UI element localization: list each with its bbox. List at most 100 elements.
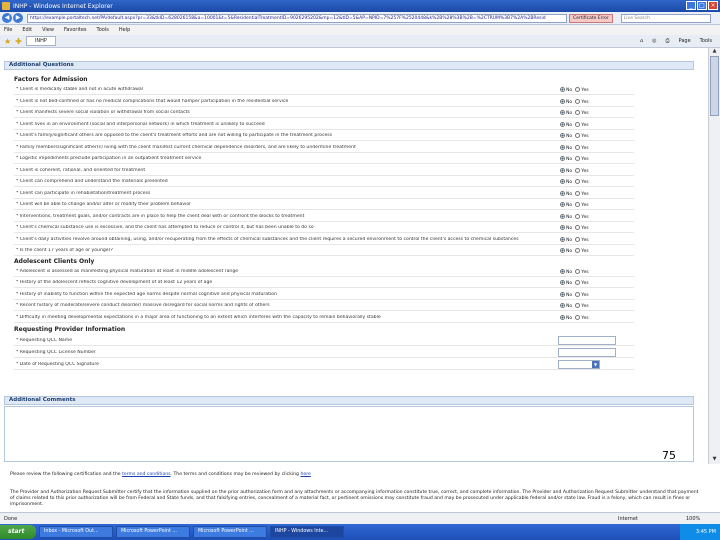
radio-yes[interactable]: Yes — [575, 121, 589, 128]
radio-no[interactable]: No — [560, 98, 572, 105]
scroll-thumb[interactable] — [710, 56, 719, 116]
radio-yes-icon[interactable] — [575, 121, 581, 127]
radio-no[interactable]: No — [560, 291, 572, 298]
radio-no-icon[interactable] — [560, 121, 565, 127]
radio-yes[interactable]: Yes — [575, 156, 589, 162]
task-powerpoint-1[interactable]: Microsoft PowerPoint ... — [116, 526, 190, 538]
radio-no-icon[interactable] — [560, 225, 565, 230]
radio-no[interactable]: No — [560, 248, 572, 254]
here-link[interactable]: here — [300, 472, 310, 477]
radio-yes-icon[interactable] — [575, 87, 581, 92]
terms-link[interactable]: terms and conditions — [122, 472, 171, 477]
certificate-error-button[interactable]: Certificate Error — [569, 13, 613, 23]
radio-no-icon[interactable] — [560, 314, 565, 320]
start-button[interactable]: start — [0, 525, 36, 539]
menu-help[interactable]: Help — [119, 27, 130, 33]
radio-no[interactable]: No — [560, 87, 572, 93]
radio-yes[interactable]: Yes — [575, 236, 589, 243]
scroll-up-icon[interactable]: ▲ — [709, 48, 720, 56]
radio-yes-icon[interactable] — [575, 133, 581, 138]
signature-date-select[interactable]: ▼ — [558, 360, 600, 369]
radio-no[interactable]: No — [560, 110, 572, 116]
radio-no-icon[interactable] — [560, 268, 565, 274]
home-icon[interactable]: ⌂ — [640, 38, 643, 44]
radio-no[interactable]: No — [560, 133, 572, 139]
url-input[interactable]: https://example.portaltech.net/PA/defaul… — [27, 13, 567, 23]
radio-no-icon[interactable] — [560, 167, 565, 173]
radio-no[interactable]: No — [560, 179, 572, 185]
radio-no-icon[interactable] — [560, 144, 565, 150]
provider-text-input[interactable] — [558, 348, 616, 357]
radio-no[interactable]: No — [560, 314, 572, 321]
radio-no-icon[interactable] — [560, 236, 565, 242]
task-outlook[interactable]: Inbox - Microsoft Out... — [39, 526, 113, 538]
radio-no[interactable]: No — [560, 225, 572, 231]
maximize-button[interactable]: □ — [697, 1, 707, 10]
radio-no-icon[interactable] — [560, 303, 565, 308]
radio-yes-icon[interactable] — [575, 156, 581, 161]
radio-no-icon[interactable] — [560, 248, 565, 253]
radio-no-icon[interactable] — [560, 190, 565, 196]
radio-yes-icon[interactable] — [575, 280, 581, 285]
radio-yes[interactable]: Yes — [575, 167, 589, 174]
scroll-down-icon[interactable]: ▼ — [709, 456, 720, 464]
add-favorites-icon[interactable]: ✚ — [15, 37, 22, 46]
additional-comments-textarea[interactable] — [4, 406, 694, 462]
radio-yes-icon[interactable] — [575, 248, 581, 253]
radio-yes-icon[interactable] — [575, 236, 581, 242]
radio-no-icon[interactable] — [560, 291, 565, 297]
radio-no-icon[interactable] — [560, 156, 565, 161]
radio-yes-icon[interactable] — [575, 268, 581, 274]
page-menu[interactable]: Page — [679, 38, 691, 44]
radio-no[interactable]: No — [560, 268, 572, 275]
radio-yes[interactable]: Yes — [575, 314, 589, 321]
search-input[interactable]: Live Search — [620, 13, 711, 23]
task-powerpoint-2[interactable]: Microsoft PowerPoint ... — [193, 526, 267, 538]
radio-yes-icon[interactable] — [575, 291, 581, 297]
radio-no-icon[interactable] — [560, 202, 565, 207]
radio-yes-icon[interactable] — [575, 144, 581, 150]
radio-yes-icon[interactable] — [575, 110, 581, 115]
radio-yes[interactable]: Yes — [575, 98, 589, 105]
radio-no[interactable]: No — [560, 156, 572, 162]
radio-no[interactable]: No — [560, 280, 572, 286]
tab-inhp[interactable]: INHP — [25, 36, 56, 46]
radio-yes-icon[interactable] — [575, 213, 581, 219]
radio-yes[interactable]: Yes — [575, 179, 589, 185]
menu-tools[interactable]: Tools — [97, 27, 109, 33]
radio-no-icon[interactable] — [560, 280, 565, 285]
forward-icon[interactable]: ▶ — [13, 13, 23, 23]
radio-yes-icon[interactable] — [575, 190, 581, 196]
radio-yes-icon[interactable] — [575, 167, 581, 173]
zoom-level[interactable]: 100% — [686, 516, 700, 522]
radio-yes[interactable]: Yes — [575, 291, 589, 298]
radio-no[interactable]: No — [560, 190, 572, 197]
radio-no-icon[interactable] — [560, 98, 565, 104]
menu-file[interactable]: File — [4, 27, 12, 33]
radio-yes[interactable]: Yes — [575, 190, 589, 197]
radio-yes[interactable]: Yes — [575, 110, 589, 116]
radio-yes[interactable]: Yes — [575, 268, 589, 275]
radio-yes-icon[interactable] — [575, 202, 581, 207]
radio-no-icon[interactable] — [560, 133, 565, 138]
minimize-button[interactable]: _ — [686, 1, 696, 10]
tools-menu[interactable]: Tools — [700, 38, 712, 44]
radio-yes-icon[interactable] — [575, 98, 581, 104]
radio-no-icon[interactable] — [560, 110, 565, 115]
task-inhp-ie[interactable]: INHP - Windows Inte... — [270, 526, 344, 538]
radio-yes-icon[interactable] — [575, 314, 581, 320]
close-button[interactable]: × — [708, 1, 718, 10]
radio-yes[interactable]: Yes — [575, 144, 589, 151]
menu-view[interactable]: View — [42, 27, 54, 33]
radio-no[interactable]: No — [560, 303, 572, 309]
radio-no-icon[interactable] — [560, 87, 565, 92]
radio-yes[interactable]: Yes — [575, 248, 589, 254]
radio-no[interactable]: No — [560, 144, 572, 151]
radio-no[interactable]: No — [560, 213, 572, 220]
radio-yes[interactable]: Yes — [575, 133, 589, 139]
vertical-scrollbar[interactable]: ▲ ▼ — [708, 48, 720, 464]
provider-text-input[interactable] — [558, 336, 616, 345]
radio-no[interactable]: No — [560, 236, 572, 243]
radio-yes[interactable]: Yes — [575, 303, 589, 309]
radio-yes-icon[interactable] — [575, 225, 581, 230]
